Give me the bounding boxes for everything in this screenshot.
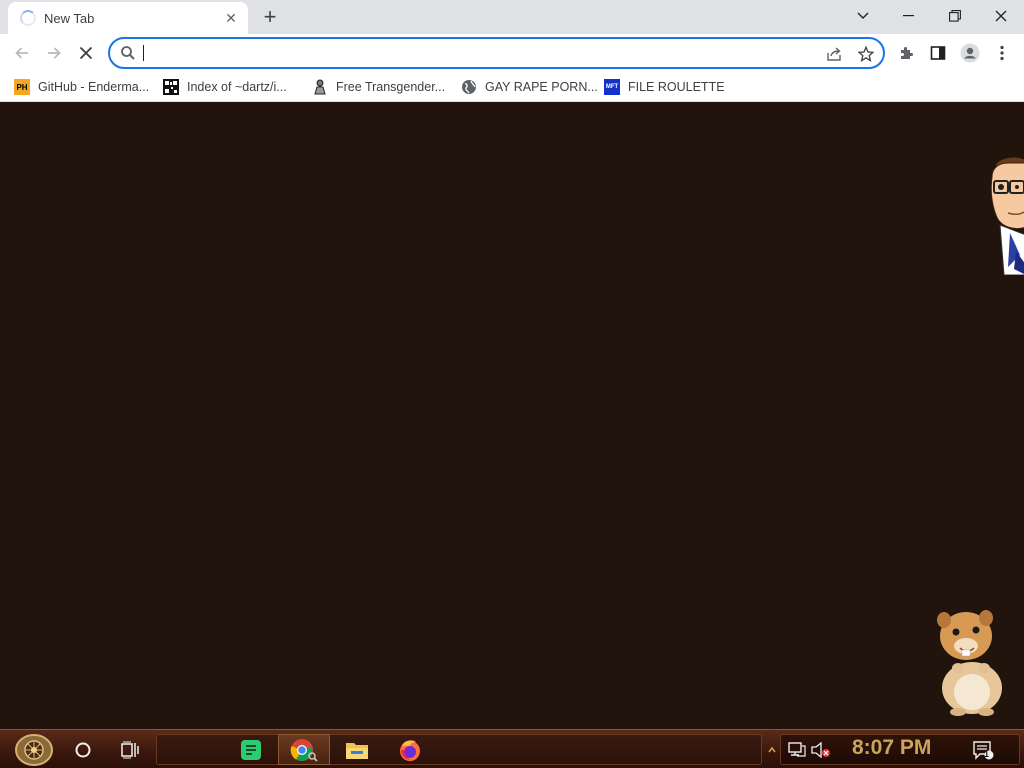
extensions-icon[interactable] — [893, 40, 919, 66]
browser-window: New Tab ✕ + PH GitHub - Enderma... Index… — [0, 0, 1024, 768]
taskbar: 8:07 PM 1 — [0, 729, 1024, 768]
share-icon[interactable] — [824, 44, 844, 64]
tab-strip: New Tab ✕ + — [0, 0, 1024, 34]
profile-avatar-icon[interactable] — [957, 40, 983, 66]
figure-favicon-icon — [312, 79, 328, 95]
tab-title: New Tab — [44, 11, 95, 26]
bookmark-file-roulette[interactable]: MFT FILE ROULETTE — [604, 76, 725, 98]
show-hidden-icons-button[interactable] — [766, 734, 778, 765]
bookmark-label: GAY RAPE PORN... — [485, 80, 598, 94]
taskbar-clock[interactable]: 8:07 PM — [852, 736, 931, 760]
cortana-button[interactable] — [68, 734, 98, 765]
qr-favicon-icon — [163, 79, 179, 95]
page-content — [0, 103, 1024, 729]
text-caret — [143, 45, 144, 61]
close-window-button[interactable] — [978, 0, 1024, 32]
bookmark-gay-porn[interactable]: GAY RAPE PORN... — [461, 76, 598, 98]
start-orb-button[interactable] — [10, 733, 58, 766]
bookmark-github[interactable]: PH GitHub - Enderma... — [14, 76, 149, 98]
search-icon — [120, 45, 136, 66]
menu-kebab-icon[interactable] — [989, 40, 1015, 66]
bookmark-free-transgender[interactable]: Free Transgender... — [312, 76, 445, 98]
notes-app-button[interactable] — [236, 734, 266, 765]
volume-muted-icon[interactable] — [810, 734, 832, 765]
chrome-taskbar-button[interactable] — [278, 734, 330, 765]
ph-favicon-icon: PH — [14, 79, 30, 95]
tab-new-tab[interactable]: New Tab ✕ — [8, 2, 248, 34]
tab-close-icon[interactable]: ✕ — [222, 9, 240, 27]
bookmark-label: GitHub - Enderma... — [38, 80, 150, 94]
bookmarks-bar: PH GitHub - Enderma... Index of ~dartz/i… — [0, 72, 1024, 102]
browser-toolbar — [0, 34, 1024, 72]
bookmark-star-icon[interactable] — [856, 44, 876, 64]
hamster-sticker — [937, 610, 1002, 716]
address-bar[interactable] — [108, 37, 885, 69]
tab-search-chevron-icon[interactable] — [840, 0, 886, 32]
notification-count: 1 — [984, 749, 990, 759]
action-center-icon[interactable]: 1 — [970, 734, 996, 765]
network-icon[interactable] — [786, 734, 808, 765]
file-explorer-button[interactable] — [342, 734, 372, 765]
bookmark-index-dartz[interactable]: Index of ~dartz/i... — [163, 76, 287, 98]
back-button[interactable] — [7, 38, 37, 68]
loading-spinner-icon — [20, 10, 36, 26]
new-tab-button[interactable]: + — [256, 3, 284, 31]
bookmark-label: Free Transgender... — [336, 80, 446, 94]
bookmark-label: FILE ROULETTE — [628, 80, 725, 94]
mft-favicon-icon: MFT — [604, 79, 620, 95]
restore-button[interactable] — [932, 0, 978, 32]
bookmark-label: Index of ~dartz/i... — [187, 80, 287, 94]
firefox-button[interactable] — [395, 734, 425, 765]
task-view-button[interactable] — [116, 734, 146, 765]
cartoon-man-sticker — [990, 157, 1024, 275]
minimize-button[interactable] — [886, 0, 932, 32]
forward-button[interactable] — [39, 38, 69, 68]
side-panel-icon[interactable] — [925, 40, 951, 66]
magnifier-overlay-icon — [308, 751, 318, 762]
stop-loading-button[interactable] — [71, 38, 101, 68]
address-input[interactable] — [142, 43, 782, 63]
globe-favicon-icon — [461, 79, 477, 95]
